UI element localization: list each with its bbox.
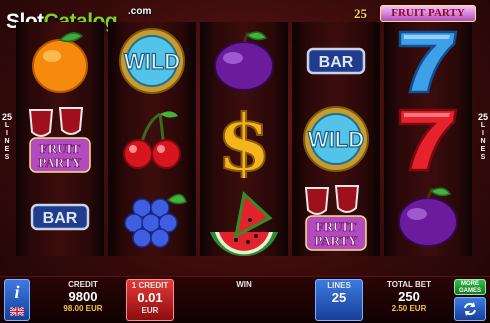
grapes-icon	[124, 193, 187, 248]
coin-value-button[interactable]: 1 CREDIT 0.01 EUR	[126, 279, 174, 321]
cherries-symbol	[108, 100, 196, 178]
lines-marker-number: 25	[477, 112, 488, 122]
bar-icon: BAR	[30, 203, 90, 231]
svg-text:$: $	[217, 100, 271, 178]
coin-currency: EUR	[141, 306, 159, 315]
lines-marker-right: 25 L I N E S	[477, 112, 488, 161]
svg-text:PARTY: PARTY	[314, 233, 358, 248]
wine-glasses-symbol: FRUIT PARTY	[292, 178, 380, 256]
watermelon-symbol	[200, 178, 288, 256]
wine-glasses-symbol: FRUIT PARTY	[16, 100, 104, 178]
svg-text:FRUIT: FRUIT	[316, 219, 357, 234]
brand-name: FRUIT PARTY	[380, 5, 476, 22]
bar-symbol: BAR	[16, 178, 104, 256]
lines-marker-left: 25 L I N E S	[1, 112, 12, 161]
total-bet-value: 250	[398, 289, 420, 304]
wild-symbol: WILD	[108, 22, 196, 100]
credit-display: CREDIT 9800 98.00 EUR	[54, 279, 112, 321]
spin-button[interactable]	[454, 297, 486, 321]
more-games-button[interactable]: MORE GAMES	[454, 279, 486, 295]
game-brand-logo: 25 FRUIT PARTY	[352, 4, 478, 23]
info-icon: i	[14, 282, 20, 302]
dollar-symbol: $	[200, 100, 288, 178]
uk-flag-icon[interactable]	[10, 307, 24, 316]
coin-value: 0.01	[137, 290, 163, 305]
watermark-suffix: .com	[128, 6, 152, 17]
win-label: WIN	[236, 280, 252, 289]
wild-icon: WILD	[119, 28, 185, 94]
lines-marker-number: 25	[1, 112, 12, 122]
reel-1: FRUIT PARTY BAR	[16, 22, 104, 256]
cherries-icon	[123, 111, 181, 169]
lines-button[interactable]: LINES 25	[315, 279, 363, 321]
plum-icon	[214, 31, 274, 91]
svg-text:BAR: BAR	[43, 210, 78, 227]
grapes-symbol	[108, 178, 196, 256]
win-display: WIN	[208, 279, 280, 321]
reel-4: BAR WILD FRUIT PARTY	[292, 22, 380, 256]
game-stage: SlotCatalog .com 25 FRUIT PARTY 25 L I N…	[0, 0, 490, 323]
info-button[interactable]: i	[4, 279, 30, 321]
seven-symbol	[384, 100, 472, 178]
svg-text:BAR: BAR	[319, 54, 354, 71]
seven-symbol	[384, 22, 472, 100]
plum-icon	[398, 187, 458, 247]
reel-5	[384, 22, 472, 256]
reel-2: WILD	[108, 22, 196, 256]
orange-symbol	[16, 22, 104, 100]
wine-glasses-icon: FRUIT PARTY	[304, 185, 367, 251]
lines-value: 25	[331, 290, 347, 305]
plum-symbol	[200, 22, 288, 100]
watermelon-icon	[210, 191, 278, 256]
spin-arrows-icon	[464, 302, 476, 316]
seven-icon	[398, 30, 458, 94]
total-bet-display: TOTAL BET 250 2.50 EUR	[384, 279, 434, 321]
total-bet-eur: 2.50 EUR	[391, 304, 427, 313]
credit-eur: 98.00 EUR	[63, 304, 103, 313]
credit-value: 9800	[68, 289, 98, 304]
more-games-line2: GAMES	[458, 288, 481, 294]
seven-icon	[398, 108, 458, 172]
wild-icon: WILD	[303, 106, 369, 172]
more-games-line1: MORE	[461, 281, 479, 287]
bar-symbol: BAR	[292, 22, 380, 100]
svg-text:WILD: WILD	[124, 49, 180, 74]
svg-text:PARTY: PARTY	[38, 155, 82, 170]
brand-number: 25	[354, 6, 367, 21]
reel-3: $	[200, 22, 288, 256]
dollar-icon: $	[216, 100, 272, 178]
plum-symbol	[384, 178, 472, 256]
svg-text:WILD: WILD	[308, 127, 364, 152]
wild-symbol: WILD	[292, 100, 380, 178]
wine-glasses-icon: FRUIT PARTY	[28, 107, 91, 173]
bar-icon: BAR	[306, 47, 366, 75]
reels-grid: FRUIT PARTY BAR WILD $ BAR WILD FRUIT PA…	[14, 22, 476, 256]
orange-icon	[32, 32, 88, 93]
svg-text:FRUIT: FRUIT	[40, 141, 81, 156]
